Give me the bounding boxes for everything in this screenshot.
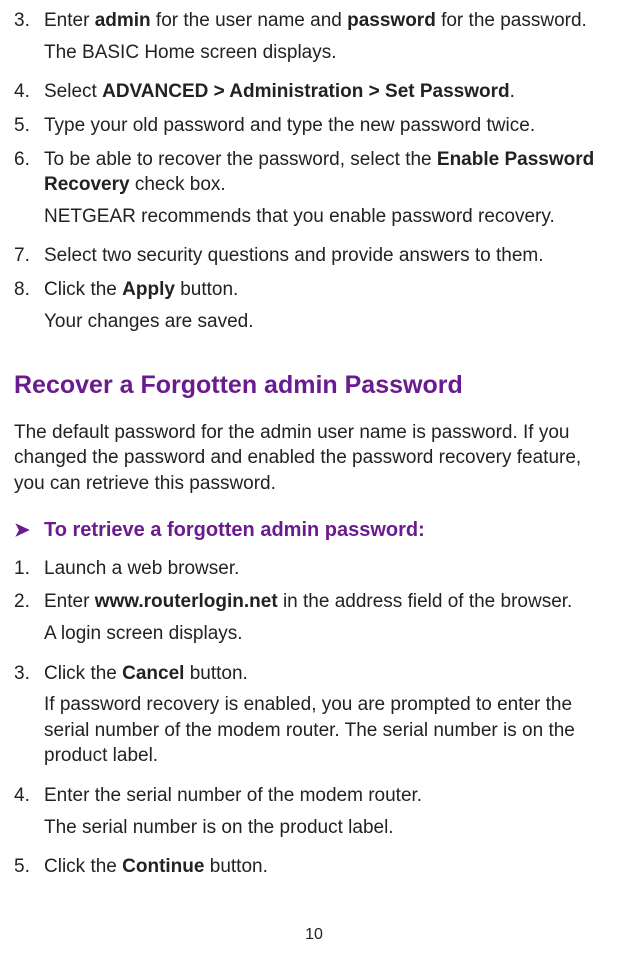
list-item-sub: NETGEAR recommends that you enable passw… (44, 204, 610, 230)
list-item: 3.Enter admin for the user name and pass… (14, 8, 610, 71)
text: Launch a web browser. (44, 558, 239, 579)
text: button. (204, 856, 267, 877)
bold-text: password (347, 10, 436, 31)
text: Select two security questions and provid… (44, 245, 544, 266)
list-item-body: Click the Apply button. Your changes are … (44, 277, 610, 340)
list-item: 1.Launch a web browser. (14, 556, 610, 582)
list-item: 2.Enter www.routerlogin.net in the addre… (14, 589, 610, 652)
ordered-list-b: 1.Launch a web browser.2.Enter www.route… (14, 556, 610, 888)
list-item: 4.Enter the serial number of the modem r… (14, 783, 610, 846)
list-item: 3.Click the Cancel button. If password re… (14, 661, 610, 776)
list-item-text: To be able to recover the password, sele… (44, 147, 610, 198)
list-item-text: Click the Apply button. (44, 277, 610, 303)
text: Enter the serial number of the modem rou… (44, 785, 422, 806)
list-item-number: 1. (14, 556, 44, 582)
list-item: 5.Type your old password and type the ne… (14, 113, 610, 139)
text: button. (184, 663, 247, 684)
bold-text: ADVANCED > Administration > Set Password (102, 81, 510, 102)
list-item-sub: The serial number is on the product labe… (44, 815, 610, 841)
list-item-number: 4. (14, 783, 44, 846)
list-item-text: Enter admin for the user name and passwo… (44, 8, 610, 34)
text: Enter (44, 10, 95, 31)
task-arrow-icon: ➤ (14, 519, 44, 542)
list-item-number: 4. (14, 79, 44, 105)
text: for the password. (436, 10, 587, 31)
list-item-sub: The BASIC Home screen displays. (44, 40, 610, 66)
list-item: 4.Select ADVANCED > Administration > Set… (14, 79, 610, 105)
ordered-list-a: 3.Enter admin for the user name and pass… (14, 8, 610, 348)
list-item-body: Select two security questions and provid… (44, 243, 610, 269)
bold-text: admin (95, 10, 151, 31)
bold-text: Apply (122, 279, 175, 300)
page-number: 10 (0, 926, 628, 944)
list-item-text: Click the Cancel button. (44, 661, 610, 687)
task-title: To retrieve a forgotten admin password: (44, 519, 425, 542)
text: Click the (44, 663, 122, 684)
list-item-number: 5. (14, 113, 44, 139)
text: check box. (130, 174, 226, 195)
text: Click the (44, 279, 122, 300)
text: in the address field of the browser. (278, 591, 573, 612)
list-item-number: 3. (14, 8, 44, 71)
list-item-text: Launch a web browser. (44, 556, 610, 582)
text: Click the (44, 856, 122, 877)
task-heading: ➤ To retrieve a forgotten admin password… (14, 519, 610, 542)
list-item-body: Enter www.routerlogin.net in the address… (44, 589, 610, 652)
list-item-text: Enter www.routerlogin.net in the address… (44, 589, 610, 615)
intro-paragraph: The default password for the admin user … (14, 420, 610, 497)
text: Enter (44, 591, 95, 612)
list-item: 7.Select two security questions and prov… (14, 243, 610, 269)
list-item-number: 5. (14, 854, 44, 880)
list-item-sub: A login screen displays. (44, 621, 610, 647)
list-item-text: Enter the serial number of the modem rou… (44, 783, 610, 809)
list-item: 5.Click the Continue button. (14, 854, 610, 880)
list-item-body: Enter admin for the user name and passwo… (44, 8, 610, 71)
list-item-body: Enter the serial number of the modem rou… (44, 783, 610, 846)
list-item-body: To be able to recover the password, sele… (44, 147, 610, 236)
list-item-number: 7. (14, 243, 44, 269)
document-content: 3.Enter admin for the user name and pass… (14, 8, 614, 888)
list-item-body: Select ADVANCED > Administration > Set P… (44, 79, 610, 105)
list-item-body: Launch a web browser. (44, 556, 610, 582)
text: Select (44, 81, 102, 102)
section-heading: Recover a Forgotten admin Password (14, 370, 610, 401)
text: . (510, 81, 515, 102)
list-item-text: Click the Continue button. (44, 854, 610, 880)
list-item-number: 6. (14, 147, 44, 236)
bold-text: Cancel (122, 663, 184, 684)
list-item-body: Type your old password and type the new … (44, 113, 610, 139)
bold-text: Continue (122, 856, 204, 877)
list-item: 6.To be able to recover the password, se… (14, 147, 610, 236)
list-item-text: Type your old password and type the new … (44, 113, 610, 139)
list-item-sub: Your changes are saved. (44, 309, 610, 335)
list-item-body: Click the Cancel button. If password reco… (44, 661, 610, 776)
list-item-number: 2. (14, 589, 44, 652)
bold-text: www.routerlogin.net (95, 591, 278, 612)
text: Type your old password and type the new … (44, 115, 535, 136)
text: button. (175, 279, 238, 300)
list-item-number: 3. (14, 661, 44, 776)
list-item-text: Select two security questions and provid… (44, 243, 610, 269)
list-item-number: 8. (14, 277, 44, 340)
list-item-sub: If password recovery is enabled, you are… (44, 692, 610, 769)
text: for the user name and (151, 10, 347, 31)
list-item-body: Click the Continue button. (44, 854, 610, 880)
list-item: 8.Click the Apply button. Your changes ar… (14, 277, 610, 340)
list-item-text: Select ADVANCED > Administration > Set P… (44, 79, 610, 105)
text: To be able to recover the password, sele… (44, 149, 437, 170)
